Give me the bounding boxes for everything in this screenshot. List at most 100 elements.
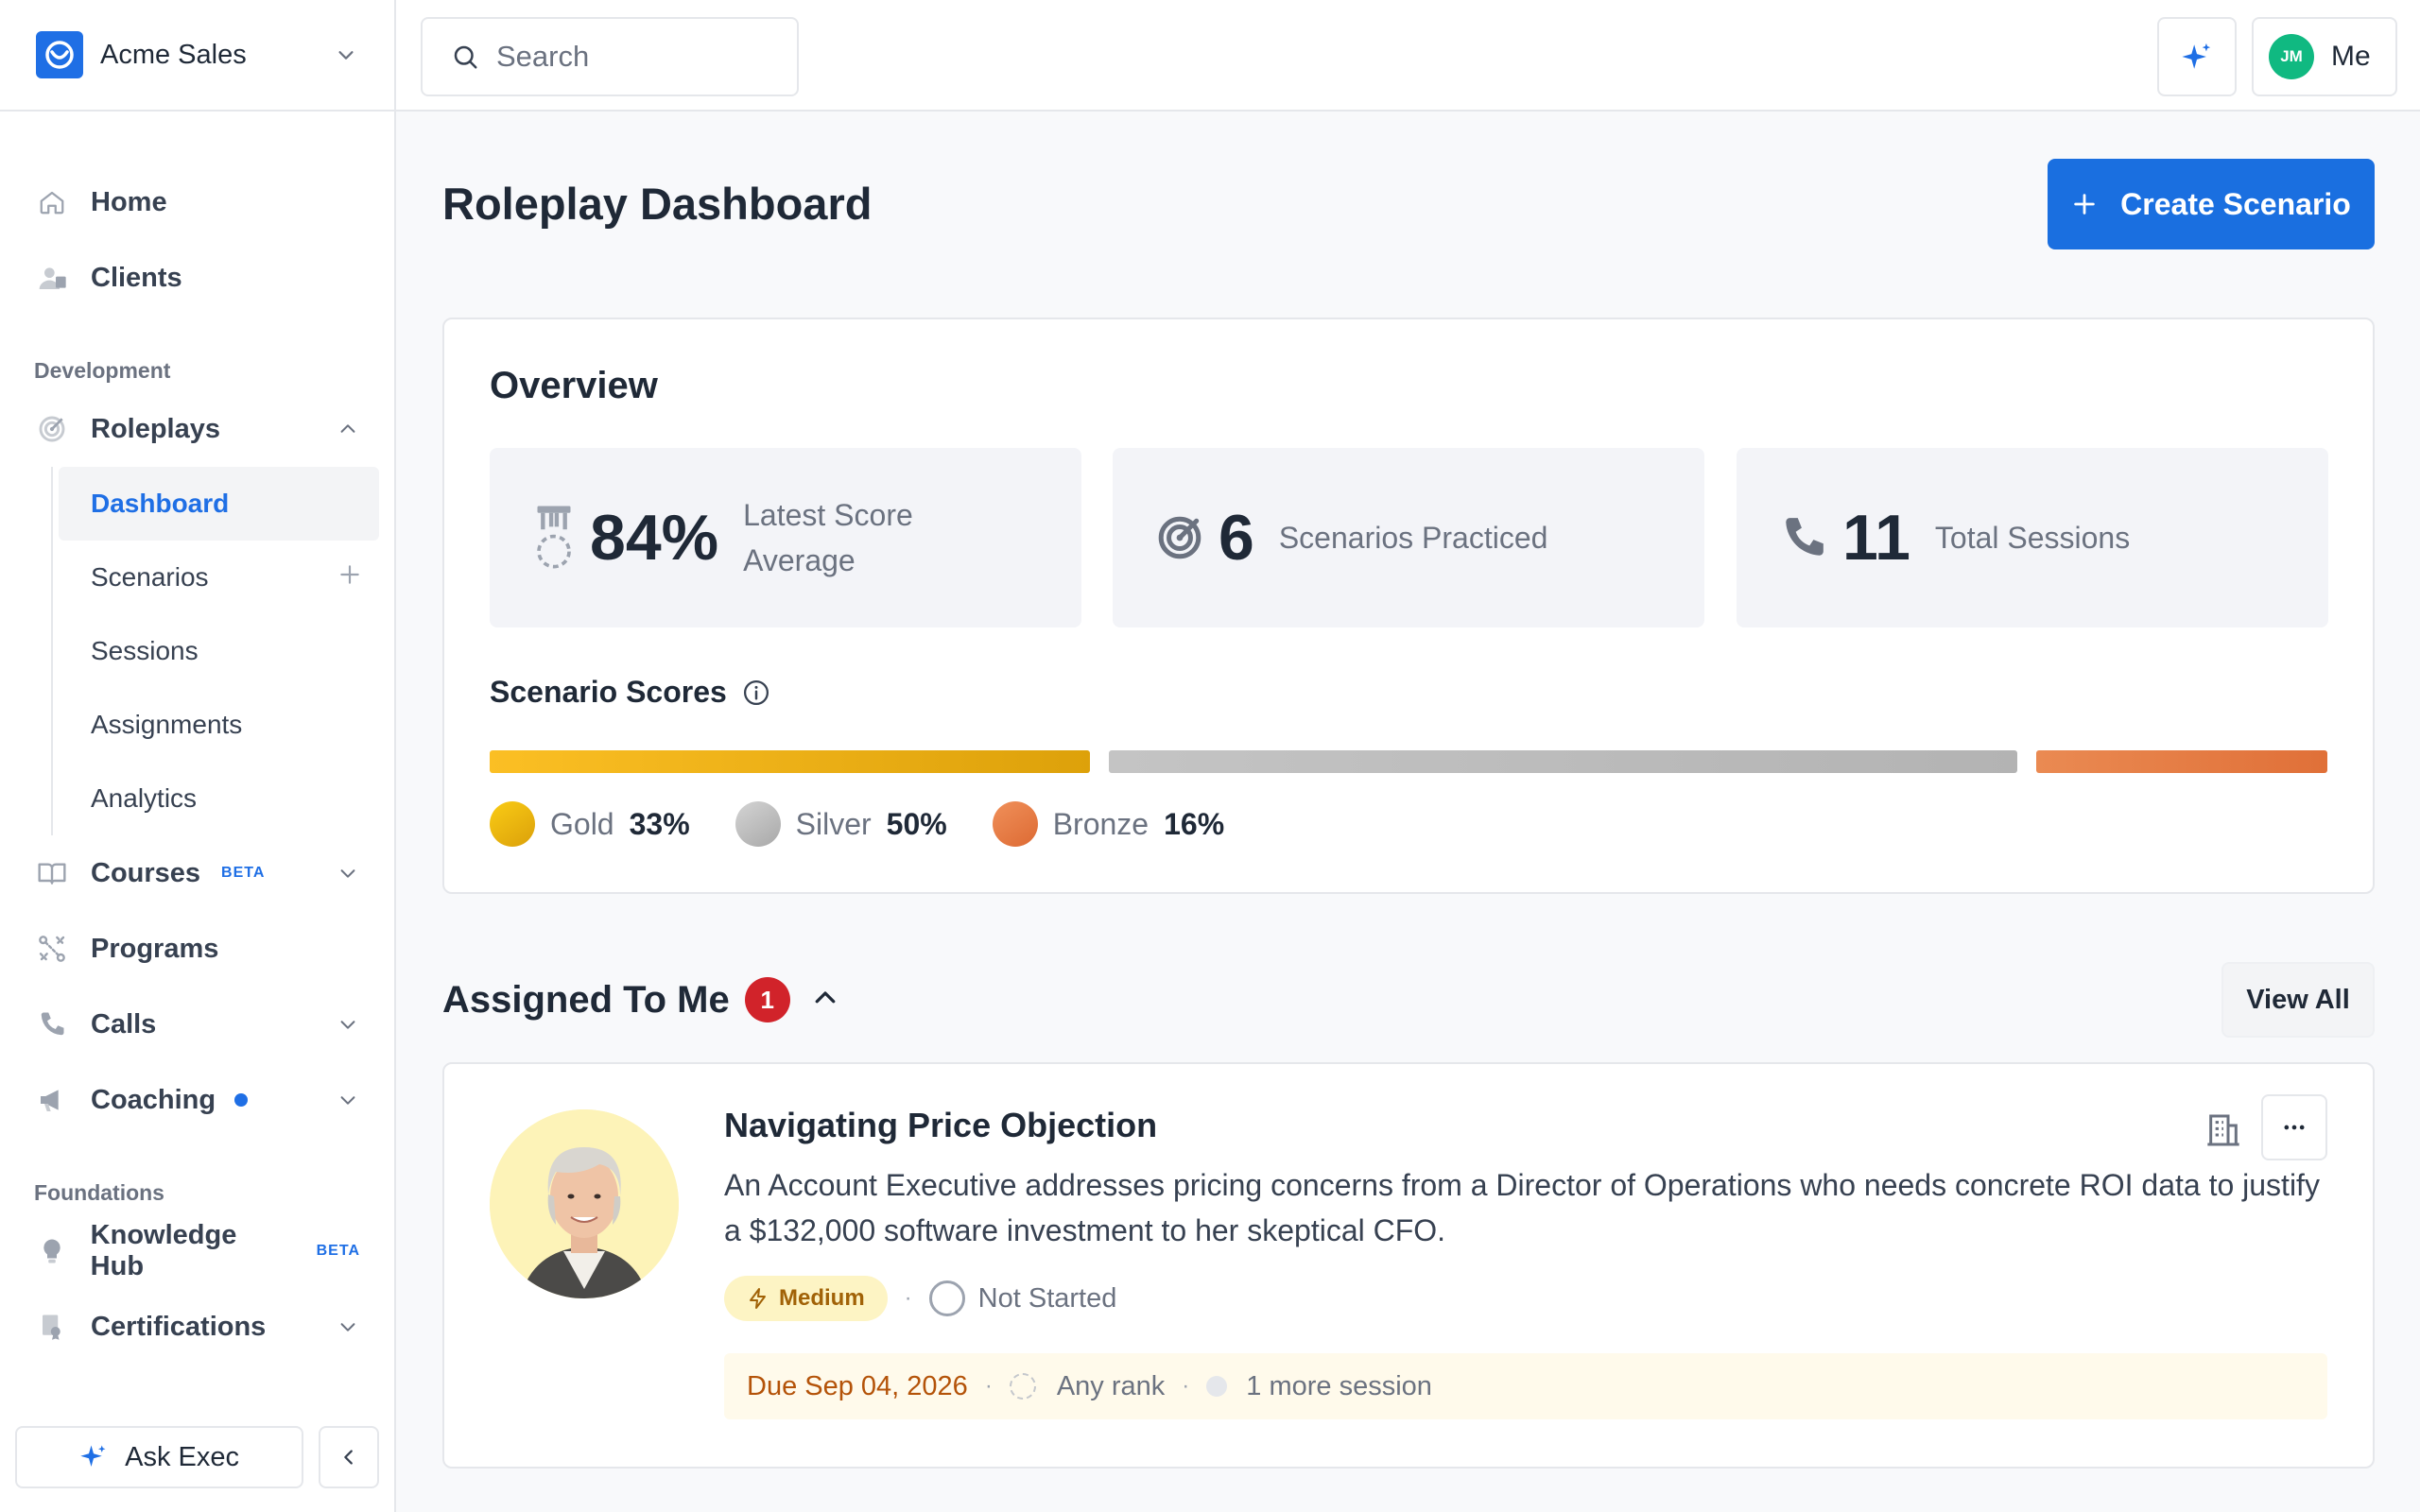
info-icon[interactable] xyxy=(742,679,770,707)
sidebar-item-dashboard[interactable]: Dashboard xyxy=(59,467,379,541)
chevron-down-icon[interactable] xyxy=(336,1012,360,1037)
stat-label-line1: Latest Score xyxy=(743,498,913,532)
sidebar-item-knowledge-hub[interactable]: Knowledge Hub BETA xyxy=(0,1213,394,1289)
plus-icon[interactable] xyxy=(337,562,362,593)
lightning-icon xyxy=(750,1288,766,1309)
status-label: Not Started xyxy=(977,1282,1117,1314)
sidebar-item-clients[interactable]: Clients xyxy=(0,240,394,316)
sidebar-item-assignments[interactable]: Assignments xyxy=(59,688,394,762)
chevron-up-icon[interactable] xyxy=(811,984,839,1017)
separator-dot: · xyxy=(904,1285,912,1311)
search-input[interactable] xyxy=(496,40,780,74)
sidebar-item-roleplays[interactable]: Roleplays xyxy=(0,391,394,467)
chevron-down-icon[interactable] xyxy=(336,1088,360,1112)
stat-label-line2: Average xyxy=(743,543,856,577)
sidebar-item-certifications[interactable]: Certifications xyxy=(0,1289,394,1365)
beta-badge: BETA xyxy=(316,1243,360,1259)
sidebar-item-label: Courses xyxy=(91,857,201,888)
megaphone-icon xyxy=(36,1084,68,1116)
ai-assistant-button[interactable] xyxy=(2157,17,2237,96)
stat-value: 6 xyxy=(1219,502,1254,574)
assigned-title: Assigned To Me xyxy=(442,978,730,1021)
due-info-row: Due Sep 04, 2026 · Any rank · 1 more ses… xyxy=(724,1353,2327,1419)
more-horizontal-icon xyxy=(2284,1125,2305,1130)
search-icon xyxy=(454,45,477,69)
sidebar-item-label: Sessions xyxy=(91,636,199,665)
scenario-title[interactable]: Navigating Price Objection xyxy=(724,1106,1157,1145)
book-icon xyxy=(36,857,68,889)
sidebar-item-label: Certifications xyxy=(91,1311,267,1342)
legend-name: Bronze xyxy=(1052,806,1150,841)
clients-icon xyxy=(36,262,68,294)
create-scenario-label: Create Scenario xyxy=(2120,186,2351,221)
collapse-sidebar-button[interactable] xyxy=(319,1426,379,1488)
legend-value: 33% xyxy=(629,806,690,841)
target-icon xyxy=(1158,516,1201,559)
chevron-left-icon xyxy=(344,1450,353,1465)
user-menu-button[interactable]: JM Me xyxy=(2252,17,2397,96)
sidebar-item-sessions[interactable]: Sessions xyxy=(59,614,394,688)
score-legend: Gold 33% Silver 50% Bronze 16% xyxy=(490,801,1270,847)
phone-icon xyxy=(36,1008,68,1040)
avatar: JM xyxy=(2269,34,2314,79)
legend-name: Gold xyxy=(550,806,614,841)
overview-card: Overview 84% Latest Score Average 6 Scen… xyxy=(442,318,2375,894)
sidebar-item-programs[interactable]: Programs xyxy=(0,911,394,987)
chevron-up-icon[interactable] xyxy=(336,417,360,441)
score-segment-gold xyxy=(490,750,1090,773)
overview-title: Overview xyxy=(490,365,658,406)
chevron-down-icon[interactable] xyxy=(336,1314,360,1339)
stat-value: 11 xyxy=(1842,502,1910,574)
medal-icon xyxy=(537,506,571,569)
scenario-scores-label: Scenario Scores xyxy=(490,675,727,709)
assignment-card[interactable]: Navigating Price Objection An Account Ex… xyxy=(442,1062,2375,1469)
sidebar-item-label: Calls xyxy=(91,1008,157,1040)
stat-card-latest-score: 84% Latest Score Average xyxy=(490,448,1081,627)
page-title: Roleplay Dashboard xyxy=(442,179,873,229)
sidebar-item-label: Dashboard xyxy=(91,489,230,518)
phone-icon xyxy=(1786,518,1824,556)
sidebar-item-label: Clients xyxy=(91,262,182,293)
target-icon xyxy=(36,413,68,445)
notification-dot xyxy=(234,1093,249,1107)
sidebar-item-courses[interactable]: Courses BETA xyxy=(0,835,394,911)
stat-label: Latest Score Average xyxy=(743,492,913,583)
session-dot-icon xyxy=(1206,1376,1228,1397)
assigned-section-header: Assigned To Me 1 View All xyxy=(442,962,2375,1038)
scenario-meta: Medium · Not Started xyxy=(724,1276,1116,1321)
ask-exec-label: Ask Exec xyxy=(125,1441,240,1472)
stat-value: 84% xyxy=(590,502,719,574)
sparkle-icon xyxy=(2182,43,2211,69)
sparkle-icon xyxy=(80,1445,106,1467)
sidebar-item-calls[interactable]: Calls xyxy=(0,987,394,1062)
difficulty-badge: Medium xyxy=(724,1276,888,1321)
sidebar-item-coaching[interactable]: Coaching xyxy=(0,1062,394,1138)
stat-card-scenarios-practiced: 6 Scenarios Practiced xyxy=(1113,448,1704,627)
sidebar: Acme Sales Home Clients Development Role… xyxy=(0,0,396,1512)
create-scenario-button[interactable]: Create Scenario xyxy=(2048,159,2375,249)
sidebar-footer: Ask Exec xyxy=(0,1402,394,1512)
workspace-switcher[interactable]: Acme Sales xyxy=(0,0,394,112)
chevron-down-icon[interactable] xyxy=(336,861,360,885)
ask-exec-button[interactable]: Ask Exec xyxy=(15,1426,304,1488)
section-label-foundations: Foundations xyxy=(34,1180,164,1205)
bronze-swatch xyxy=(992,801,1038,847)
sidebar-item-home[interactable]: Home xyxy=(0,164,394,240)
legend-value: 50% xyxy=(886,806,947,841)
programs-icon xyxy=(36,933,68,965)
home-icon xyxy=(36,186,68,218)
legend-value: 16% xyxy=(1164,806,1225,841)
persona-avatar xyxy=(490,1109,679,1298)
stat-label: Scenarios Practiced xyxy=(1278,521,1548,555)
search-box[interactable] xyxy=(421,17,799,96)
more-options-button[interactable] xyxy=(2261,1094,2327,1160)
difficulty-label: Medium xyxy=(779,1285,865,1311)
legend-name: Silver xyxy=(795,806,872,841)
view-all-button[interactable]: View All xyxy=(2221,962,2375,1038)
workspace-logo-icon xyxy=(36,31,83,78)
due-date: Due Sep 04, 2026 xyxy=(747,1370,968,1401)
sidebar-item-scenarios[interactable]: Scenarios xyxy=(59,541,394,614)
certificate-icon xyxy=(36,1311,68,1343)
score-segment-silver xyxy=(1108,750,2018,773)
sidebar-item-analytics[interactable]: Analytics xyxy=(59,762,394,835)
